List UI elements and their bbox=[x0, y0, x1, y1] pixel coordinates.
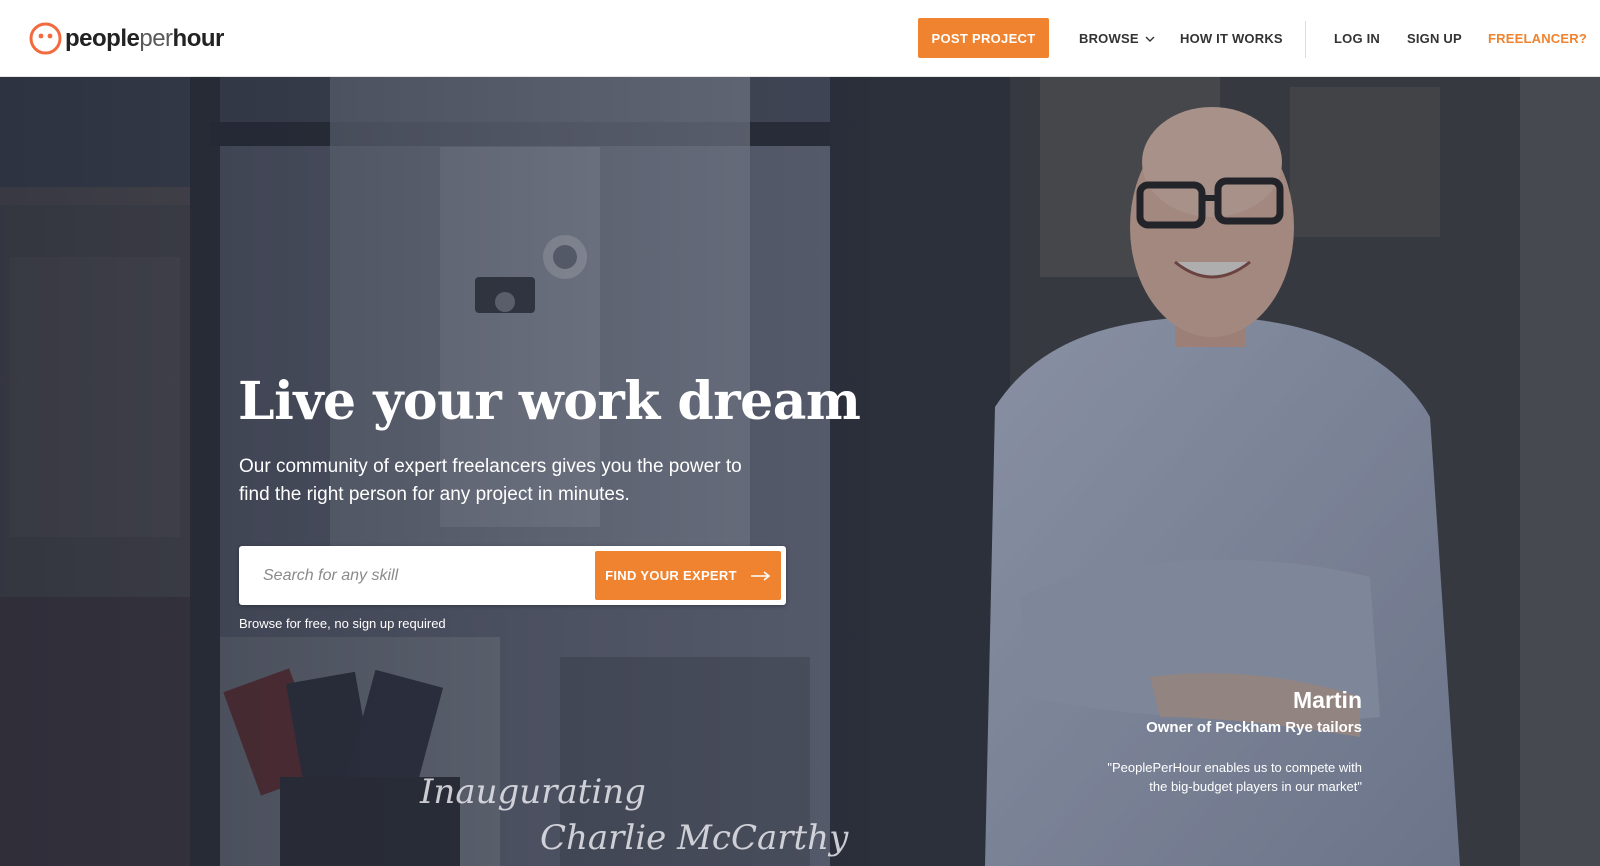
how-it-works-link[interactable]: HOW IT WORKS bbox=[1180, 31, 1283, 46]
post-project-button[interactable]: POST PROJECT bbox=[918, 18, 1049, 58]
logo-text: peopleperhour bbox=[65, 24, 224, 52]
nav-divider bbox=[1305, 21, 1306, 58]
logo[interactable]: peopleperhour bbox=[29, 22, 224, 55]
testimonial-quote: "PeoplePerHour enables us to compete wit… bbox=[1107, 760, 1362, 794]
svg-text:Inaugurating: Inaugurating bbox=[419, 772, 646, 812]
hero-section: Inaugurating Charlie McCarthy Live your … bbox=[0, 77, 1600, 866]
hero-title: Live your work dream bbox=[238, 371, 861, 432]
freelancer-link[interactable]: FREELANCER? bbox=[1488, 31, 1587, 46]
smiley-logo-icon bbox=[29, 22, 62, 55]
browse-menu[interactable]: BROWSE bbox=[1079, 31, 1155, 46]
sign-up-link[interactable]: SIGN UP bbox=[1407, 31, 1462, 46]
browse-free-note: Browse for free, no sign up required bbox=[239, 616, 446, 631]
testimonial-role: Owner of Peckham Rye tailors bbox=[1146, 719, 1362, 736]
svg-text:Charlie McCarthy: Charlie McCarthy bbox=[540, 818, 849, 858]
find-button-label: FIND YOUR EXPERT bbox=[605, 568, 737, 583]
testimonial-name: Martin bbox=[1293, 687, 1362, 713]
browse-label: BROWSE bbox=[1079, 31, 1139, 46]
find-your-expert-button[interactable]: FIND YOUR EXPERT bbox=[595, 551, 781, 600]
hero-subtitle: Our community of expert freelancers give… bbox=[239, 456, 742, 505]
arrow-right-icon bbox=[750, 570, 771, 581]
top-header: peopleperhour POST PROJECT BROWSE HOW IT… bbox=[0, 0, 1600, 77]
log-in-link[interactable]: LOG IN bbox=[1334, 31, 1380, 46]
skill-search-form: FIND YOUR EXPERT bbox=[239, 546, 786, 605]
search-input[interactable] bbox=[263, 563, 573, 589]
chevron-down-icon bbox=[1145, 36, 1155, 42]
testimonial: Martin Owner of Peckham Rye tailors "Peo… bbox=[1102, 685, 1362, 796]
